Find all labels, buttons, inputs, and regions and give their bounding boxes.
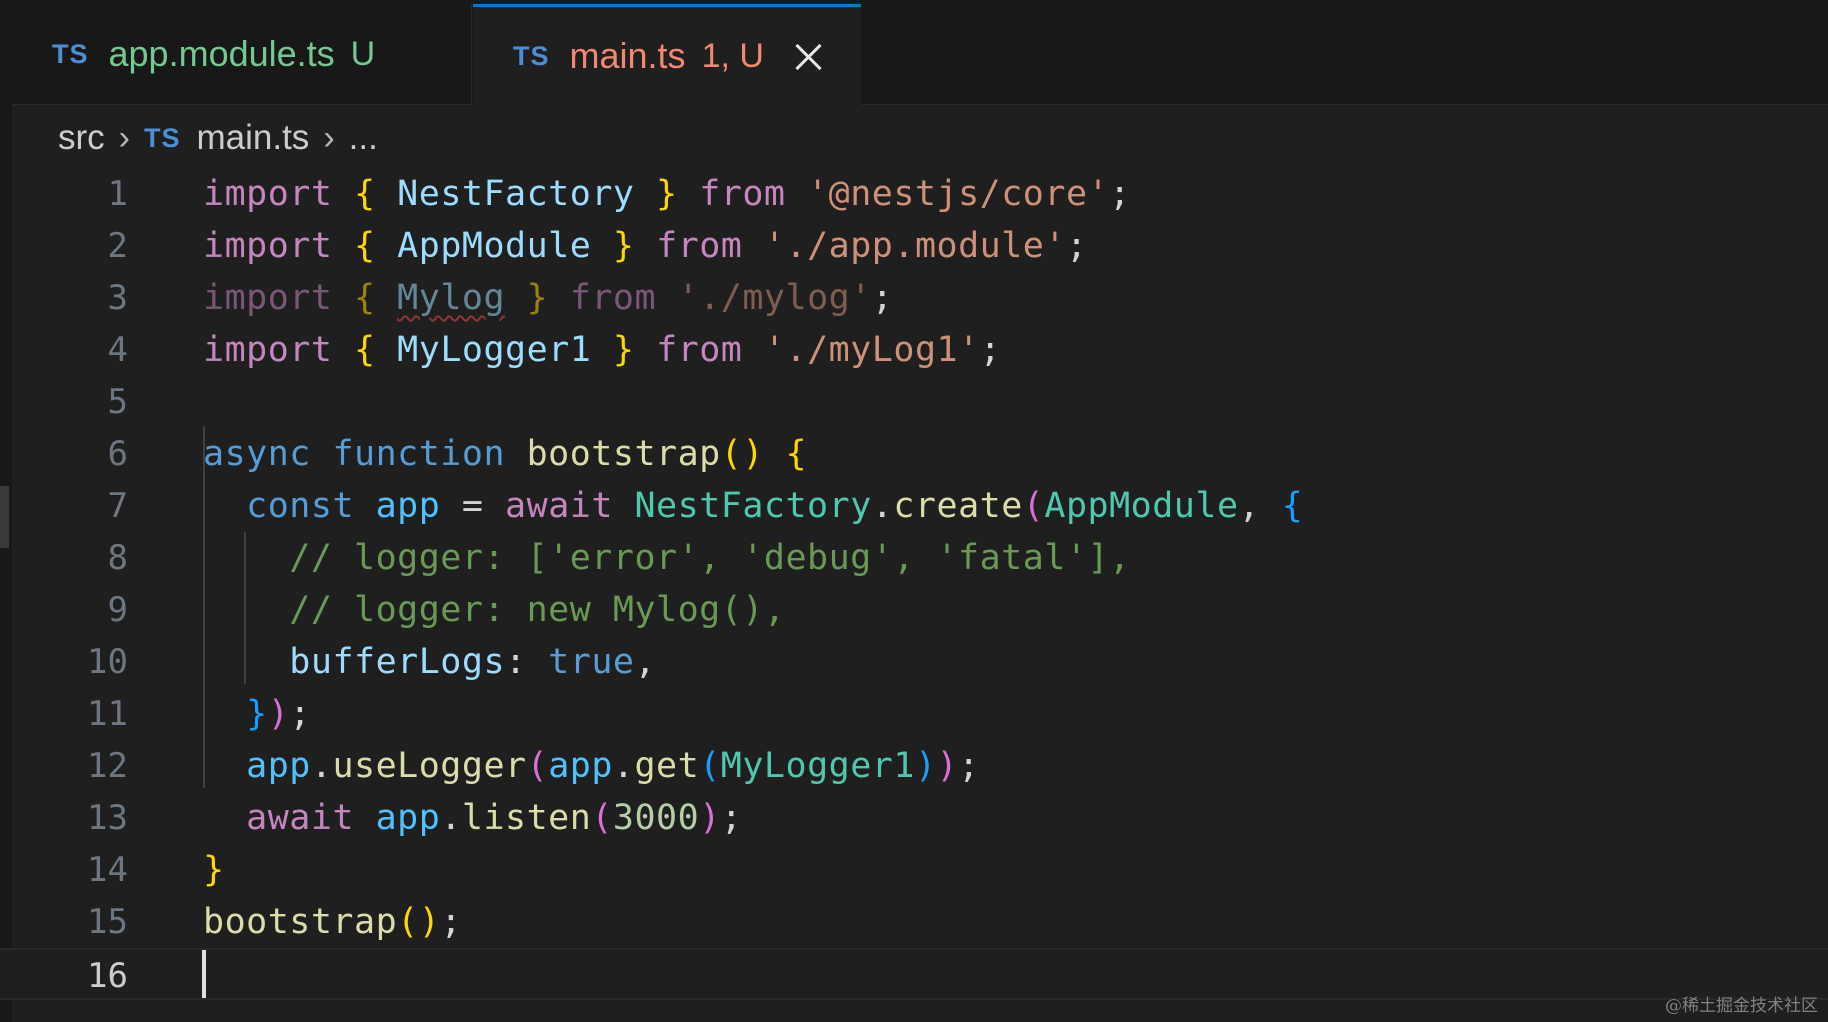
line-number: 14	[87, 850, 128, 890]
line-number: 5	[107, 382, 128, 422]
code-text: import { AppModule } from './app.module'…	[203, 226, 1088, 266]
line-number: 10	[87, 642, 128, 682]
tab-main[interactable]: TS main.ts 1, U	[473, 4, 861, 105]
code-text: // logger: new Mylog(),	[289, 590, 786, 630]
line-number: 16	[87, 956, 128, 996]
breadcrumb-symbols[interactable]: ...	[349, 118, 378, 158]
code-text: import { NestFactory } from '@nestjs/cor…	[203, 174, 1131, 214]
code-line[interactable]: 8 // logger: ['error', 'debug', 'fatal']…	[0, 532, 1828, 584]
code-line[interactable]: 7 const app = await NestFactory.create(A…	[0, 480, 1828, 532]
tab-bar: TS app.module.ts U TS main.ts 1, U	[12, 0, 1828, 105]
tab-git-status: U	[350, 34, 376, 73]
error-squiggle: Mylog	[397, 278, 506, 318]
line-number: 2	[107, 226, 128, 266]
code-line[interactable]: 3 import { Mylog } from './mylog';	[0, 272, 1828, 324]
code-text: });	[246, 694, 311, 734]
code-text: bufferLogs: true,	[289, 642, 657, 682]
line-number: 11	[87, 694, 128, 734]
code-line[interactable]: 5	[0, 376, 1828, 428]
tab-label: main.ts	[569, 35, 686, 76]
code-text: async function bootstrap() {	[203, 434, 808, 474]
text-cursor	[202, 950, 206, 998]
editor-window: TS app.module.ts U TS main.ts 1, U src ›…	[0, 0, 1828, 1022]
code-line-current[interactable]: 16	[0, 948, 1828, 1000]
tab-problem-status: 1, U	[701, 36, 764, 75]
code-text: // logger: ['error', 'debug', 'fatal'],	[289, 538, 1131, 578]
line-number: 6	[107, 434, 128, 474]
breadcrumb-folder[interactable]: src	[58, 118, 105, 158]
code-line[interactable]: 2 import { AppModule } from './app.modul…	[0, 220, 1828, 272]
code-line[interactable]: 15 bootstrap();	[0, 896, 1828, 948]
line-number: 9	[107, 590, 128, 630]
code-line[interactable]: 13 await app.listen(3000);	[0, 792, 1828, 844]
chevron-right-icon: ›	[323, 118, 335, 157]
code-line[interactable]: 14 }	[0, 844, 1828, 896]
typescript-file-icon: TS	[513, 40, 550, 71]
code-line[interactable]: 10 bufferLogs: true,	[0, 636, 1828, 688]
watermark: @稀土掘金技术社区	[1665, 996, 1818, 1016]
close-icon[interactable]	[792, 40, 824, 72]
line-number: 1	[107, 174, 128, 214]
code-line[interactable]: 6 async function bootstrap() {	[0, 428, 1828, 480]
tab-label: app.module.ts	[108, 33, 335, 74]
breadcrumb: src › TS main.ts › ...	[58, 112, 378, 164]
code-text: }	[203, 850, 225, 890]
line-number: 13	[87, 798, 128, 838]
code-text: const app = await NestFactory.create(App…	[246, 486, 1304, 526]
typescript-file-icon: TS	[52, 38, 89, 69]
line-number: 15	[87, 902, 128, 942]
chevron-right-icon: ›	[118, 118, 130, 157]
code-line[interactable]: 4 import { MyLogger1 } from './myLog1';	[0, 324, 1828, 376]
code-line[interactable]: 9 // logger: new Mylog(),	[0, 584, 1828, 636]
code-text: await app.listen(3000);	[246, 798, 743, 838]
line-number: 3	[107, 278, 128, 318]
line-number: 4	[107, 330, 128, 370]
breadcrumb-file[interactable]: main.ts	[197, 118, 310, 158]
code-text: bootstrap();	[203, 902, 462, 942]
tab-app-module[interactable]: TS app.module.ts U	[12, 4, 472, 104]
line-number: 12	[87, 746, 128, 786]
code-text: import { Mylog } from './mylog';	[203, 278, 894, 318]
typescript-file-icon: TS	[143, 122, 181, 153]
code-text: import { MyLogger1 } from './myLog1';	[203, 330, 1002, 370]
code-line[interactable]: 11 });	[0, 688, 1828, 740]
code-line[interactable]: 12 app.useLogger(app.get(MyLogger1));	[0, 740, 1828, 792]
line-number: 7	[107, 486, 128, 526]
code-text: app.useLogger(app.get(MyLogger1));	[246, 746, 980, 786]
line-number: 8	[107, 538, 128, 578]
code-line[interactable]: 1 import { NestFactory } from '@nestjs/c…	[0, 168, 1828, 220]
